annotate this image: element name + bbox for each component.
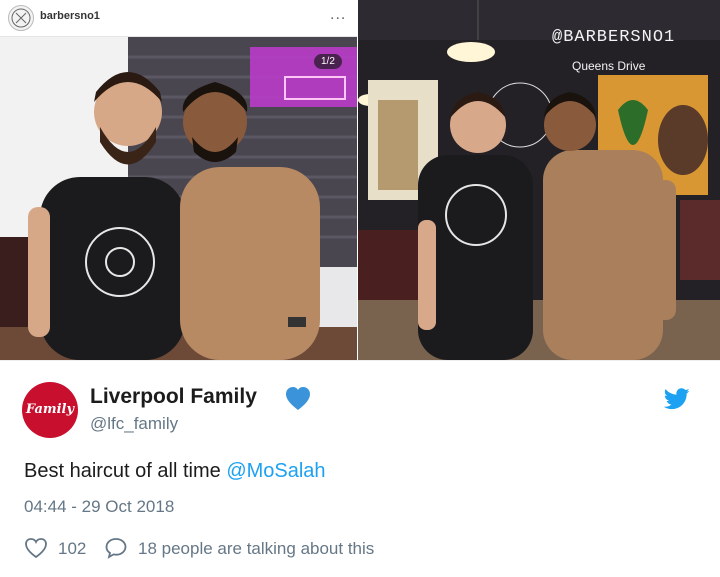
tweet-author-avatar[interactable]: Family: [22, 382, 78, 438]
photo-counter-badge: 1/2: [314, 54, 342, 69]
conversation-count-text: 18 people are talking about this: [138, 539, 375, 558]
barbershop-photo-right: i: [358, 0, 720, 360]
mention-link[interactable]: @MoSalah: [226, 460, 325, 482]
tweet-timestamp[interactable]: 04:44 - 29 Oct 2018: [24, 497, 174, 517]
barbershop-photo-left: [0, 37, 357, 360]
barber-logo-icon: [11, 8, 31, 28]
profile-avatar[interactable]: [8, 5, 34, 31]
instagram-post-header: barbersno1 ...: [0, 0, 357, 37]
shop-sign-text: @BARBERSNO1: [552, 28, 676, 47]
verified-heart-icon: [286, 387, 310, 410]
heart-icon: [25, 538, 47, 559]
instagram-post: barbersno1 ... 1/2: [0, 0, 357, 360]
instagram-username[interactable]: barbersno1: [40, 10, 100, 22]
tweet-text-body: Best haircut of all time: [24, 460, 227, 482]
barbershop-interior-graphic: [358, 0, 720, 360]
tweet-author-handle[interactable]: @lfc_family: [90, 414, 178, 434]
twitter-bird-icon[interactable]: [664, 388, 690, 410]
like-count: 102: [58, 539, 87, 558]
tweet-text: Best haircut of all time @MoSalah: [24, 460, 326, 483]
comment-bubble-icon: [105, 538, 127, 559]
reply-conversation-button[interactable]: 18 people are talking about this: [104, 537, 374, 559]
like-button[interactable]: 102: [24, 537, 86, 559]
more-options-icon[interactable]: ...: [330, 6, 346, 24]
tweet-author-name[interactable]: Liverpool Family: [90, 385, 257, 409]
shop-sign-subtext: Queens Drive: [572, 59, 646, 73]
